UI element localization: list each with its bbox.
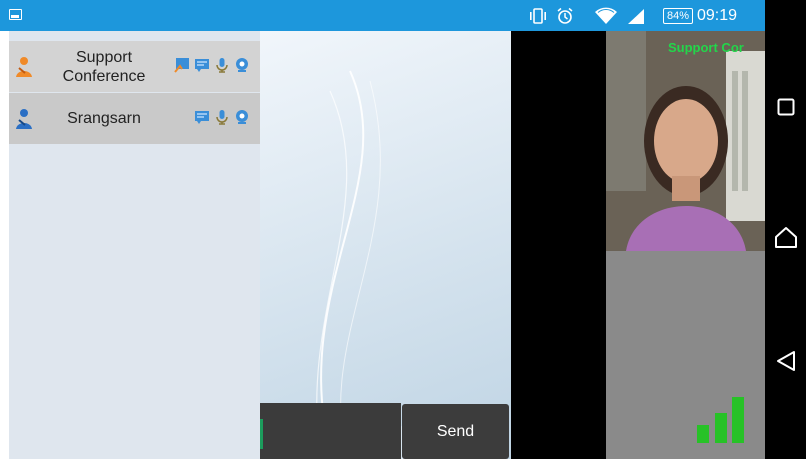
signal-bar [732, 397, 744, 443]
image-icon [9, 9, 22, 20]
home-button[interactable] [773, 225, 799, 251]
clock: 09:19 [697, 6, 738, 24]
chat-message-input[interactable] [260, 403, 401, 459]
signal-icon [626, 0, 646, 31]
battery-icon: 84% [663, 0, 694, 31]
participants-panel: Support Conference Srangsarn [9, 31, 260, 459]
mic-icon[interactable] [214, 109, 230, 125]
video-frame [606, 31, 765, 251]
wifi-icon [594, 0, 618, 31]
signal-bar [697, 425, 709, 443]
remote-video-feed[interactable]: Support Cor [606, 31, 765, 251]
text-cursor [260, 419, 263, 449]
signal-bar [715, 413, 727, 443]
user-avatar-icon [16, 109, 32, 129]
send-button[interactable]: Send [402, 404, 509, 459]
participant-row[interactable]: Support Conference [9, 41, 260, 92]
participant-actions [194, 109, 250, 125]
mic-icon[interactable] [214, 57, 230, 73]
vibrate-icon [528, 0, 548, 31]
chat-icon[interactable] [194, 109, 210, 125]
background-decoration [300, 70, 480, 459]
back-button[interactable] [773, 348, 799, 374]
battery-level: 84% [663, 7, 694, 24]
webcam-icon[interactable] [234, 57, 250, 73]
participant-actions [174, 57, 250, 73]
recents-button[interactable] [773, 94, 799, 120]
status-bar: 84% 09:19 [0, 0, 765, 31]
participant-name: Srangsarn [67, 110, 141, 127]
video-overlay-label: Support Cor [668, 40, 744, 55]
chat-area [260, 31, 511, 459]
share-icon[interactable] [174, 57, 190, 73]
alarm-icon [556, 0, 574, 31]
chat-icon[interactable] [194, 57, 210, 73]
video-gutter [511, 31, 606, 459]
participant-row[interactable]: Srangsarn [9, 93, 260, 144]
participant-name: Support Conference [62, 48, 146, 85]
webcam-icon[interactable] [234, 109, 250, 125]
user-avatar-icon [16, 57, 32, 77]
connection-signal-icon [697, 397, 744, 443]
navigation-bar [765, 0, 806, 459]
